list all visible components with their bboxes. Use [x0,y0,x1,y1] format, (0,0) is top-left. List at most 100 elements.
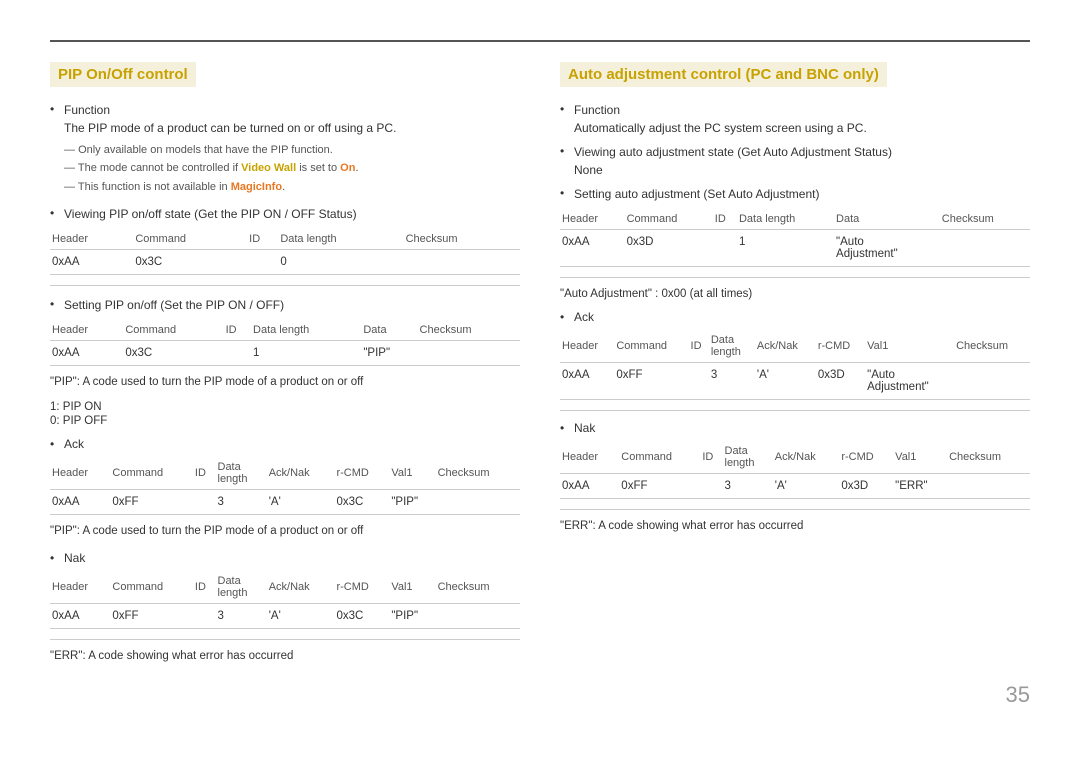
td-rcmd: 0x3D [839,474,893,499]
td-id [713,230,737,267]
table-row: 0xAA 0x3C 0 [50,250,520,275]
td-val1: "AutoAdjustment" [865,363,954,400]
td-command: 0xFF [110,490,193,515]
note-3-highlight: MagicInfo [231,181,282,193]
td-id [247,250,278,275]
th-rcmd: r-CMD [839,441,893,474]
th-data: Data [361,320,417,341]
th-datalength: Datalength [723,441,773,474]
th-command: Command [614,330,688,363]
td-datalength: 3 [216,603,267,628]
bullet-dot-2: • [50,206,64,220]
th-id: ID [689,330,709,363]
note-2: — The mode cannot be controlled if Video… [64,161,520,176]
th-val1: Val1 [893,441,947,474]
table-row: 0xAA 0xFF 3 'A' 0x3D "ERR" [560,474,1030,499]
bullet-dot-r3: • [560,186,574,200]
td-header: 0xAA [50,490,110,515]
td-header: 0xAA [560,474,619,499]
function-bullet-right: • Function Automatically adjust the PC s… [560,101,1030,137]
td-header: 0xAA [50,603,110,628]
td-rcmd: 0x3C [334,490,389,515]
td-val1: "PIP" [389,603,435,628]
td-checksum [404,250,520,275]
function-label-right: Function [574,103,620,117]
bullet-dot-r1: • [560,102,574,116]
td-header: 0xAA [560,230,625,267]
td-acknak: 'A' [755,363,816,400]
th-checksum: Checksum [436,571,520,604]
th-header: Header [560,209,625,230]
page-layout: PIP On/Off control • Function The PIP mo… [50,62,1030,662]
viewing-pip-label: Viewing PIP on/off state (Get the PIP ON… [64,205,357,223]
td-datalength: 3 [216,490,267,515]
setting-pip-label: Setting PIP on/off (Set the PIP ON / OFF… [64,296,284,314]
ack-label: Ack [64,437,84,451]
bullet-dot: • [50,102,64,116]
td-command: 0xFF [614,363,688,400]
th-checksum: Checksum [947,441,1030,474]
th-id: ID [224,320,251,341]
function-desc-right: Automatically adjust the PC system scree… [574,121,867,135]
th-command: Command [625,209,713,230]
th-checksum: Checksum [404,229,520,250]
td-datalength: 1 [251,341,361,366]
th-command: Command [123,320,223,341]
th-command: Command [133,229,247,250]
divider-r3 [560,509,1030,510]
th-datalength: Data length [278,229,403,250]
th-id: ID [247,229,278,250]
table-viewing-pip: Header Command ID Data length Checksum 0… [50,229,520,275]
viewing-pip-bullet: • Viewing PIP on/off state (Get the PIP … [50,205,520,223]
divider-2 [50,639,520,640]
th-datalength: Datalength [709,330,755,363]
td-checksum [940,230,1030,267]
td-rcmd: 0x3D [816,363,865,400]
right-column: Auto adjustment control (PC and BNC only… [560,62,1030,662]
th-datalength: Datalength [216,457,267,490]
td-datalength: 3 [709,363,755,400]
th-datalength: Data length [737,209,834,230]
table-nak: Header Command ID Datalength Ack/Nak r-C… [50,571,520,629]
err-label-right: "ERR": A code showing what error has occ… [560,520,1030,532]
err-label-left: "ERR": A code showing what error has occ… [50,650,520,662]
left-column: PIP On/Off control • Function The PIP mo… [50,62,520,662]
th-checksum: Checksum [418,320,520,341]
table-setting-pip: Header Command ID Data length Data Check… [50,320,520,366]
td-acknak: 'A' [773,474,840,499]
nak-dot-right: • [560,421,574,435]
th-acknak: Ack/Nak [755,330,816,363]
th-data: Data [834,209,940,230]
td-rcmd: 0x3C [334,603,389,628]
th-command: Command [110,571,193,604]
page-number: 35 [50,682,1030,708]
td-header: 0xAA [50,341,123,366]
note-2-highlight1: Video Wall [241,162,296,174]
th-datalength: Data length [251,320,361,341]
left-section-title: PIP On/Off control [50,62,196,87]
setting-auto-bullet: • Setting auto adjustment (Set Auto Adju… [560,185,1030,203]
th-header: Header [50,229,133,250]
divider-r1 [560,277,1030,278]
th-rcmd: r-CMD [334,457,389,490]
ack-dot-right: • [560,310,574,324]
td-checksum [436,603,520,628]
th-datalength: Datalength [216,571,267,604]
td-header: 0xAA [50,250,133,275]
th-rcmd: r-CMD [816,330,865,363]
th-acknak: Ack/Nak [773,441,840,474]
th-header: Header [50,320,123,341]
right-section-title: Auto adjustment control (PC and BNC only… [560,62,887,87]
viewing-auto-label: Viewing auto adjustment state (Get Auto … [574,145,892,159]
th-val1: Val1 [865,330,954,363]
ack-bullet-right: • Ack [560,310,1030,324]
td-checksum [947,474,1030,499]
th-checksum: Checksum [940,209,1030,230]
th-header: Header [560,441,619,474]
td-command: 0xFF [110,603,193,628]
pip-desc4: "PIP": A code used to turn the PIP mode … [50,523,520,540]
ack-label-right: Ack [574,310,594,324]
td-data: "AutoAdjustment" [834,230,940,267]
setting-auto-label: Setting auto adjustment (Set Auto Adjust… [574,185,819,203]
th-command: Command [619,441,700,474]
